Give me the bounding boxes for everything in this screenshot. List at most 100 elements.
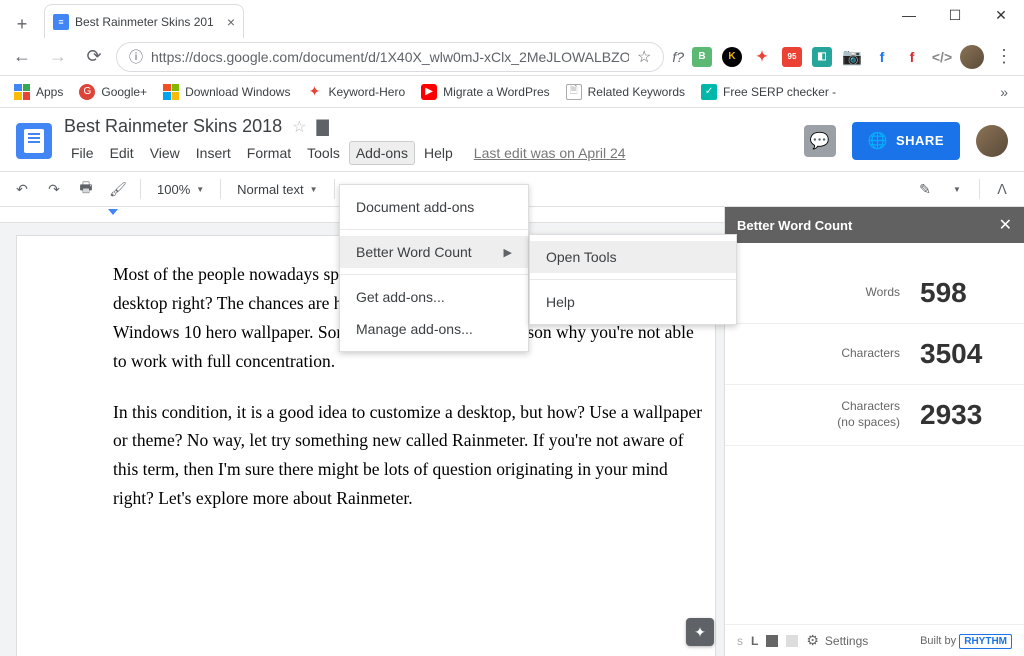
menu-item-help[interactable]: Help [530,286,736,318]
extension-icon[interactable]: ✦ [752,47,772,67]
googleplus-icon: G [79,84,95,100]
stat-label: Words [866,285,900,301]
rhythm-link[interactable]: RHYTHM [959,634,1012,649]
menu-insert[interactable]: Insert [189,141,238,165]
menu-item-open-tools[interactable]: Open Tools [530,241,736,273]
bookmark-label: Download Windows [185,85,290,99]
back-button[interactable]: ← [8,43,36,71]
menu-format[interactable]: Format [240,141,298,165]
menubar: File Edit View Insert Format Tools Add-o… [64,141,792,165]
bookmark-label: Apps [36,85,63,99]
minimize-button[interactable]: — [886,0,932,30]
document-title[interactable]: Best Rainmeter Skins 2018 [64,116,282,137]
bookmark-label: Keyword-Hero [328,85,405,99]
comments-button[interactable]: 💬 [804,125,836,157]
undo-button[interactable]: ↶ [8,175,36,203]
extension-icon[interactable]: f [902,47,922,67]
menu-item-document-addons[interactable]: Document add-ons [340,191,528,223]
settings-label: Settings [825,634,868,648]
bookmark-item[interactable]: 🗎 Related Keywords [560,80,691,104]
bookmarks-overflow[interactable]: » [992,84,1016,100]
print-button[interactable]: 🖶 [72,175,100,203]
docs-home-icon[interactable] [16,123,52,159]
paint-format-button[interactable]: 🖌 [104,175,132,203]
style-label: Normal text [237,182,303,197]
menu-view[interactable]: View [143,141,187,165]
panel-close-button[interactable]: ✕ [999,215,1012,235]
chevron-down-icon: ▼ [310,185,318,194]
facebook-icon[interactable]: f [872,47,892,67]
menu-item-better-word-count[interactable]: Better Word Count ▶ [340,236,528,268]
apps-icon [14,84,30,100]
browser-tab[interactable]: ≡ Best Rainmeter Skins 201 × [44,4,244,38]
new-tab-button[interactable]: + [8,10,36,38]
menu-file[interactable]: File [64,141,101,165]
zoom-dropdown[interactable]: 100% ▼ [149,182,212,197]
omnibox-row: ← → ⟳ ⓘ https://docs.google.com/document… [0,38,1024,76]
move-folder-icon[interactable]: ▇ [316,117,328,137]
browser-menu-button[interactable]: ⋮ [992,46,1016,67]
bookmark-item[interactable]: Download Windows [157,80,296,104]
profile-avatar[interactable] [960,45,984,69]
code-icon[interactable]: </> [932,47,952,67]
reload-button[interactable]: ⟳ [80,43,108,71]
menu-item-label: Open Tools [546,249,617,265]
menu-tools[interactable]: Tools [300,141,347,165]
youtube-icon: ▶ [421,84,437,100]
styles-dropdown[interactable]: Normal text ▼ [229,182,325,197]
menu-item-label: Manage add-ons... [356,321,473,337]
stat-label: Characters [841,346,900,362]
color-swatch-icon[interactable] [786,635,798,647]
better-word-count-submenu: Open Tools Help [529,234,737,325]
font-query-icon[interactable]: f? [672,49,684,65]
settings-link[interactable]: ⚙ Settings [806,632,868,649]
editing-mode-chevron-icon[interactable]: ▼ [943,175,971,203]
tab-close-button[interactable]: × [227,14,235,30]
footer-l: L [751,634,758,648]
apps-bookmark[interactable]: Apps [8,80,69,104]
color-swatch-icon[interactable] [766,635,778,647]
addon-panel: Better Word Count ✕ Words 598 Characters… [724,207,1024,656]
paragraph[interactable]: In this condition, it is a good idea to … [113,398,703,514]
indent-marker-icon[interactable] [108,209,118,215]
extension-icon[interactable]: 95 [782,47,802,67]
extension-icon[interactable]: K [722,47,742,67]
bookmark-item[interactable]: G Google+ [73,80,153,104]
editing-mode-button[interactable]: ✎ [911,175,939,203]
bookmark-item[interactable]: ✦ Keyword-Hero [300,80,411,104]
extension-icon[interactable]: ◧ [812,47,832,67]
forward-button[interactable]: → [44,43,72,71]
menu-item-manage-addons[interactable]: Manage add-ons... [340,313,528,345]
menu-help[interactable]: Help [417,141,460,165]
globe-icon: 🌐 [868,131,888,151]
account-avatar[interactable] [976,125,1008,157]
menu-item-label: Get add-ons... [356,289,445,305]
collapse-toolbar-button[interactable]: ᐱ [988,175,1016,203]
extension-icon[interactable]: B [692,47,712,67]
site-info-icon[interactable]: ⓘ [129,47,143,67]
menu-item-label: Better Word Count [356,244,472,260]
explore-button[interactable]: ✦ [686,618,714,646]
address-bar[interactable]: ⓘ https://docs.google.com/document/d/1X4… [116,42,664,72]
built-by-label: Built by [920,635,956,647]
redo-button[interactable]: ↷ [40,175,68,203]
bookmark-label: Migrate a WordPres [443,85,549,99]
docs-favicon-icon: ≡ [53,14,69,30]
menu-addons[interactable]: Add-ons [349,141,415,165]
bookmark-item[interactable]: ▶ Migrate a WordPres [415,80,555,104]
star-icon[interactable]: ☆ [292,117,306,137]
stat-label: Characters(no spaces) [837,399,900,430]
bookmark-star-icon[interactable]: ☆ [637,47,651,67]
menu-separator [340,229,528,230]
menu-item-get-addons[interactable]: Get add-ons... [340,281,528,313]
camera-icon[interactable]: 📷 [842,47,862,67]
share-button[interactable]: 🌐 SHARE [852,122,960,160]
close-window-button[interactable]: ✕ [978,0,1024,30]
bookmark-item[interactable]: ✓ Free SERP checker - [695,80,842,104]
menu-item-label: Help [546,294,575,310]
menu-edit[interactable]: Edit [103,141,141,165]
last-edit-link[interactable]: Last edit was on April 24 [474,145,626,161]
maximize-button[interactable]: ☐ [932,0,978,30]
bookmark-label: Google+ [101,85,147,99]
addons-menu: Document add-ons Better Word Count ▶ Get… [339,184,529,352]
